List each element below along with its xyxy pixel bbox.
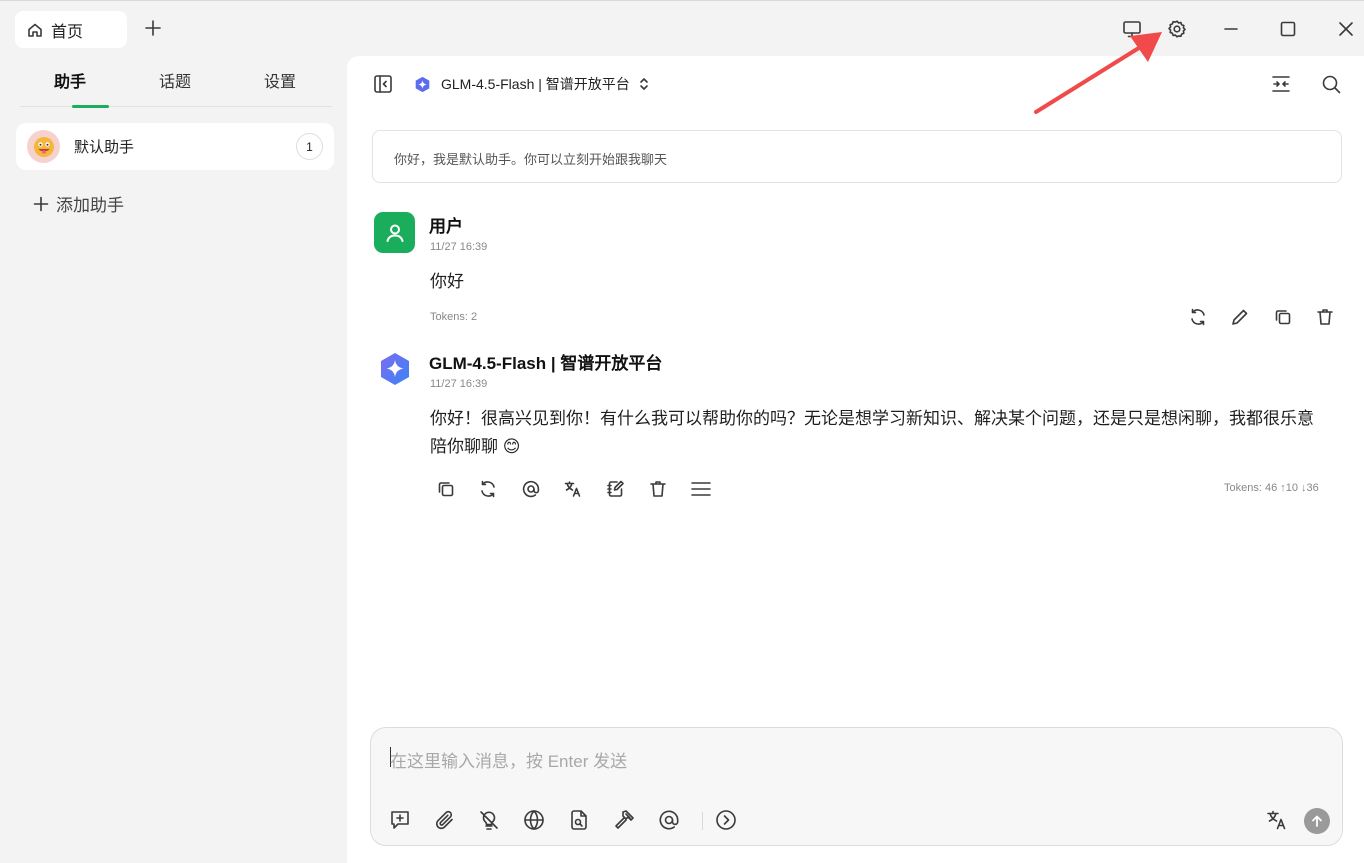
- toggle-sidebar-button[interactable]: [372, 73, 394, 95]
- knowledge-base-button[interactable]: [567, 808, 591, 832]
- expand-toolbar-button[interactable]: [714, 808, 738, 832]
- toolbar-divider: [702, 812, 703, 830]
- minimize-button[interactable]: [1220, 18, 1242, 40]
- face-emoji-icon: [32, 135, 56, 159]
- web-search-button[interactable]: [522, 808, 546, 832]
- model-name: GLM-4.5-Flash | 智谱开放平台: [441, 76, 630, 92]
- model-logo-icon: [377, 351, 413, 387]
- pencil-icon: [1230, 307, 1250, 327]
- search-icon: [1320, 73, 1342, 95]
- translate-button[interactable]: [563, 479, 583, 499]
- message-plus-icon: [388, 808, 412, 832]
- translate-icon: [563, 479, 583, 499]
- user-icon: [383, 221, 407, 245]
- copy-icon: [1273, 307, 1293, 327]
- refresh-icon: [478, 479, 498, 499]
- menu-icon: [690, 479, 712, 499]
- plus-icon: [143, 18, 163, 38]
- paperclip-icon: [433, 808, 457, 832]
- assistant-name: 默认助手: [74, 139, 135, 156]
- copy-button[interactable]: [436, 479, 456, 499]
- send-button[interactable]: [1304, 808, 1330, 834]
- maximize-button[interactable]: [1277, 18, 1299, 40]
- chevron-updown-icon: [638, 76, 650, 92]
- regenerate-button[interactable]: [1188, 307, 1208, 327]
- refresh-icon: [1188, 307, 1208, 327]
- gear-icon: [1166, 18, 1188, 40]
- message-text: 你好: [430, 272, 464, 291]
- message-text-line2: 陪你聊聊 😊: [430, 437, 521, 456]
- hammer-icon: [612, 808, 636, 832]
- tab-home-label: 首页: [51, 23, 84, 41]
- tab-settings[interactable]: 设置: [264, 68, 296, 92]
- notebook-pen-icon: [606, 479, 626, 499]
- regenerate-button[interactable]: [478, 479, 498, 499]
- more-menu-button[interactable]: [690, 479, 712, 499]
- welcome-message: 你好，我是默认助手。你可以立刻开始跟我聊天: [372, 130, 1342, 183]
- chat-panel: GLM-4.5-Flash | 智谱开放平台 你好，我是默认助手。你可以立刻开始…: [347, 56, 1364, 863]
- model-logo-icon: [414, 76, 431, 93]
- arrow-up-icon: [1310, 814, 1324, 828]
- mention-model-button[interactable]: [657, 808, 681, 832]
- message-text-line1: 你好！很高兴见到你！有什么我可以帮助你的吗？无论是想学习新知识、解决某个问题，还…: [430, 409, 1314, 428]
- edit-notes-button[interactable]: [606, 479, 626, 499]
- message-sender: 用户: [429, 217, 463, 236]
- message-composer: 在这里输入消息，按 Enter 发送: [370, 727, 1343, 846]
- close-button[interactable]: [1335, 18, 1357, 40]
- settings-button[interactable]: [1166, 18, 1188, 40]
- tools-button[interactable]: [612, 808, 636, 832]
- edit-button[interactable]: [1230, 307, 1250, 327]
- at-sign-icon: [521, 479, 541, 499]
- expand-width-icon: [1270, 73, 1292, 95]
- new-tab-button[interactable]: [143, 18, 163, 38]
- annotation-arrow: [1030, 24, 1166, 116]
- narrow-mode-button[interactable]: [1270, 73, 1292, 95]
- topic-count-badge: 1: [296, 133, 323, 160]
- welcome-text: 你好，我是默认助手。你可以立刻开始跟我聊天: [394, 152, 668, 167]
- sidebar-collapse-icon: [372, 73, 394, 95]
- delete-button[interactable]: [648, 479, 668, 499]
- tab-topics[interactable]: 话题: [159, 68, 191, 92]
- translate-icon: [1265, 808, 1289, 832]
- message-sender: GLM-4.5-Flash | 智谱开放平台: [429, 354, 663, 373]
- tab-assistants[interactable]: 助手: [54, 68, 86, 92]
- thinking-toggle-button[interactable]: [477, 808, 501, 832]
- sidebar: 助手 话题 设置 默认助手 1 添加助手: [0, 56, 347, 863]
- trash-icon: [1315, 307, 1335, 327]
- chevron-right-circle-icon: [714, 808, 738, 832]
- message-input[interactable]: 在这里输入消息，按 Enter 发送: [390, 747, 627, 772]
- at-sign-icon: [657, 808, 681, 832]
- new-topic-button[interactable]: [388, 808, 412, 832]
- model-selector[interactable]: GLM-4.5-Flash | 智谱开放平台: [414, 74, 650, 94]
- attach-button[interactable]: [433, 808, 457, 832]
- globe-icon: [522, 808, 546, 832]
- search-button[interactable]: [1320, 73, 1342, 95]
- lightbulb-off-icon: [477, 808, 501, 832]
- mention-model-button[interactable]: [521, 479, 541, 499]
- file-search-icon: [567, 808, 591, 832]
- token-count: Tokens: 2: [430, 311, 478, 323]
- trash-icon: [648, 479, 668, 499]
- avatar: [27, 130, 60, 163]
- copy-icon: [436, 479, 456, 499]
- plus-icon: [32, 195, 50, 213]
- minimize-icon: [1220, 18, 1242, 40]
- token-count: Tokens: 46 ↑10 ↓36: [1224, 482, 1319, 494]
- model-avatar: [377, 351, 413, 387]
- message-time: 11/27 16:39: [430, 378, 488, 390]
- active-tab-indicator: [72, 105, 109, 108]
- sidebar-tabs: 助手 话题 设置: [20, 56, 332, 108]
- delete-button[interactable]: [1315, 307, 1335, 327]
- add-assistant-button[interactable]: 添加助手: [32, 191, 124, 216]
- maximize-icon: [1277, 18, 1299, 40]
- close-icon: [1335, 18, 1357, 40]
- add-assistant-label: 添加助手: [56, 196, 124, 215]
- assistant-item-default[interactable]: 默认助手 1: [16, 123, 334, 170]
- copy-button[interactable]: [1273, 307, 1293, 327]
- translate-input-button[interactable]: [1265, 808, 1289, 832]
- user-avatar: [374, 212, 415, 253]
- message-time: 11/27 16:39: [430, 241, 488, 253]
- home-icon: [27, 22, 43, 38]
- tab-home[interactable]: 首页: [15, 11, 127, 48]
